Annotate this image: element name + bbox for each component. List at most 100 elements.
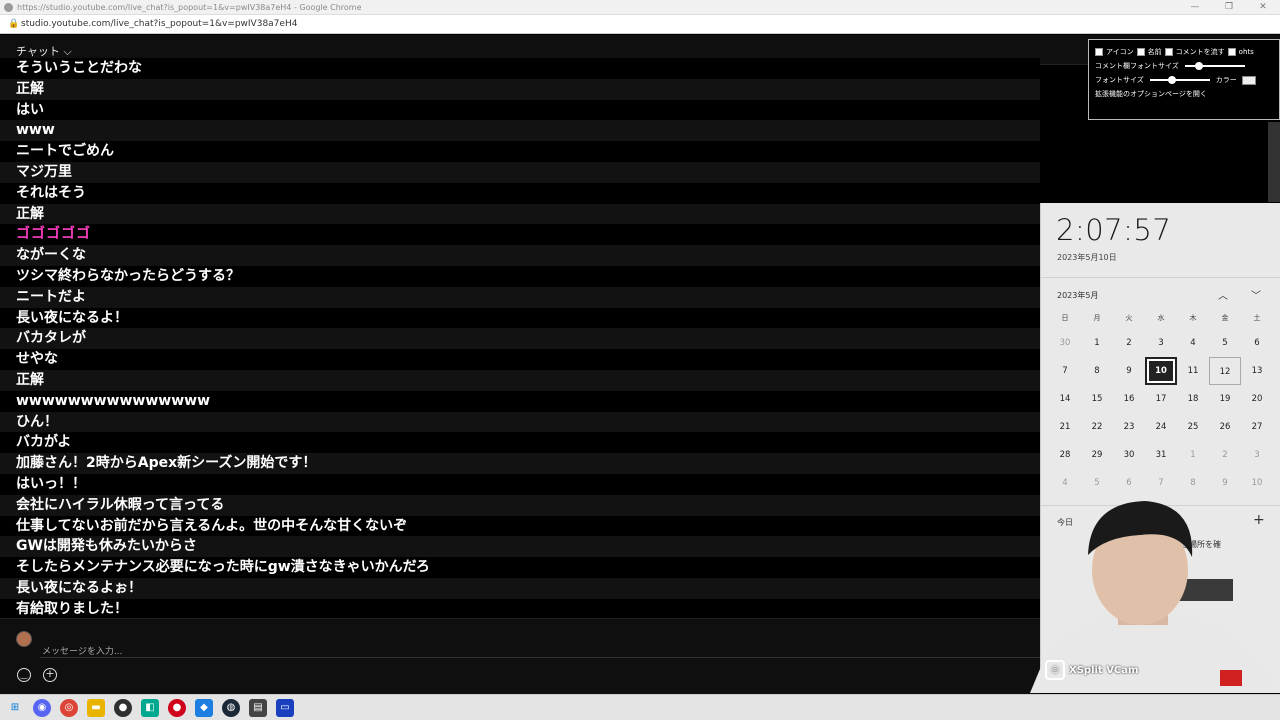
monitor-icon[interactable]: ▭ [276, 698, 294, 717]
steam-icon[interactable]: ◍ [222, 698, 240, 717]
chevron-down-icon[interactable]: ﹀ [1251, 287, 1261, 302]
chrome-icon [4, 3, 13, 12]
name-checkbox[interactable] [1136, 48, 1145, 56]
calendar-day[interactable]: 18 [1177, 385, 1209, 413]
chat-message: 正解 [0, 203, 1040, 225]
add-button[interactable]: + [43, 668, 57, 682]
calendar-day[interactable]: 2 [1113, 329, 1145, 357]
calendar-day[interactable]: 8 [1081, 357, 1113, 385]
calendar-day[interactable]: 20 [1241, 385, 1273, 413]
calendar-day[interactable]: 13 [1241, 357, 1273, 385]
calendar-day[interactable]: 5 [1209, 329, 1241, 357]
message-input[interactable]: メッセージを入力... [42, 644, 122, 657]
slider-knob[interactable] [1167, 76, 1176, 84]
calendar-day[interactable]: 16 [1113, 385, 1145, 413]
calendar-day[interactable]: 1 [1177, 441, 1209, 469]
calendar-days: 30 1 2 3 4 5 6 7 8 9 10 11 12 13 14 15 16 17 18 19 20 21 22 23 2… [1049, 329, 1273, 497]
shirt-logo [1220, 670, 1242, 686]
calendar-day[interactable]: 25 [1177, 413, 1209, 441]
calendar-week-row: 30 1 2 3 4 5 6 [1049, 329, 1273, 357]
calendar-day[interactable]: 19 [1209, 385, 1241, 413]
calendar-month-label[interactable]: 2023年5月 [1057, 290, 1098, 301]
chat-mode-dropdown[interactable]: チャット ⌵ [16, 43, 72, 59]
calendar-day[interactable]: 26 [1209, 413, 1241, 441]
calendar-day[interactable]: 23 [1113, 413, 1145, 441]
url-text[interactable]: studio.youtube.com/live_chat?is_popout=1… [21, 15, 297, 33]
calendar-day[interactable]: 9 [1113, 357, 1145, 385]
calendar-day[interactable]: 24 [1145, 413, 1177, 441]
calendar-day[interactable]: 6 [1113, 469, 1145, 497]
calendar-day[interactable]: 3 [1241, 441, 1273, 469]
app-blue-icon[interactable]: ◆ [195, 698, 213, 717]
windows-start-icon[interactable]: ⊞ [6, 699, 24, 717]
calendar-week-row: 21 22 23 24 25 26 27 [1049, 413, 1273, 441]
calendar-day[interactable]: 28 [1049, 441, 1081, 469]
calendar-day[interactable]: 17 [1145, 385, 1177, 413]
calendar-day[interactable]: 31 [1145, 441, 1177, 469]
calendar-day[interactable]: 15 [1081, 385, 1113, 413]
calendar-week-row: 28 29 30 31 1 2 3 [1049, 441, 1273, 469]
chat-message: 会社にハイラル休暇って言ってる [0, 494, 1040, 516]
font-size-row: フォントサイズ カラー [1095, 73, 1279, 87]
app-cyan-icon[interactable]: ◧ [141, 698, 159, 717]
close-button[interactable]: ✕ [1246, 0, 1280, 15]
ncv-icon[interactable]: ▤ [249, 698, 267, 717]
ohts-checkbox[interactable] [1227, 48, 1236, 56]
calendar-day[interactable]: 4 [1049, 469, 1081, 497]
chat-message: 長い夜になるよぉ！ [0, 577, 1040, 599]
chat-message: ニートでごめん [0, 141, 1040, 162]
options-page-link[interactable]: 拡張機能のオプションページを開く [1095, 89, 1207, 99]
calendar-day[interactable]: 7 [1145, 469, 1177, 497]
calendar-day[interactable]: 30 [1049, 329, 1081, 357]
calendar-day[interactable]: 10 [1145, 357, 1177, 385]
chat-message: はい [0, 99, 1040, 121]
calendar-day[interactable]: 7 [1049, 357, 1081, 385]
calendar-day[interactable]: 14 [1049, 385, 1081, 413]
calendar-day[interactable]: 22 [1081, 413, 1113, 441]
calendar-day[interactable]: 30 [1113, 441, 1145, 469]
chat-message-list[interactable]: そういうことだわな 正解 はい www ニートでごめん マジ万里 それはそう 正解 ゴゴゴゴゴな… [0, 58, 1040, 616]
calendar-day[interactable]: 6 [1241, 329, 1273, 357]
minimize-button[interactable]: — [1178, 0, 1212, 15]
flow-comments-checkbox-label: コメントを流す [1175, 48, 1225, 56]
chat-input-area: メッセージを入力... ‿ + [0, 618, 1040, 694]
calendar-day[interactable]: 29 [1081, 441, 1113, 469]
address-bar[interactable]: 🔒 studio.youtube.com/live_chat?is_popout… [0, 15, 1280, 34]
discord-icon[interactable]: ◉ [33, 698, 51, 717]
calendar-day[interactable]: 10 [1241, 469, 1273, 497]
app-red-icon[interactable]: ● [168, 698, 186, 717]
clock-date[interactable]: 2023年5月10日 [1057, 252, 1117, 263]
calendar-day[interactable]: 5 [1081, 469, 1113, 497]
calendar-day[interactable]: 1 [1081, 329, 1113, 357]
comment-font-size-slider[interactable] [1184, 62, 1245, 70]
weekday-label: 土 [1253, 314, 1261, 322]
weekday-label: 水 [1157, 314, 1165, 322]
chat-message: それはそう [0, 182, 1040, 204]
calendar-day[interactable]: 27 [1241, 413, 1273, 441]
file-explorer-icon[interactable]: ▬ [87, 698, 105, 717]
calendar-day[interactable]: 4 [1177, 329, 1209, 357]
icon-checkbox[interactable] [1095, 48, 1103, 56]
calendar-day[interactable]: 11 [1177, 357, 1209, 385]
color-picker[interactable] [1241, 75, 1256, 85]
chevron-up-icon[interactable]: ︿ [1218, 287, 1228, 302]
font-size-slider[interactable] [1149, 76, 1210, 84]
camera-icon: ◎ [1045, 660, 1065, 680]
calendar-day[interactable]: 9 [1209, 469, 1241, 497]
maximize-button[interactable]: ❐ [1212, 0, 1246, 15]
calendar-day[interactable]: 3 [1145, 329, 1177, 357]
calendar-day[interactable]: 12 [1209, 357, 1241, 385]
flow-comments-checkbox[interactable] [1164, 48, 1173, 56]
obs-icon[interactable]: ● [114, 698, 132, 717]
chrome-icon[interactable]: ◎ [60, 698, 78, 717]
chat-message: GWは開発も休みたいからさ [0, 536, 1040, 558]
divider [1041, 277, 1280, 278]
slider-knob[interactable] [1195, 62, 1204, 70]
chat-message: ひん！ [0, 411, 1040, 433]
calendar-day[interactable]: 8 [1177, 469, 1209, 497]
scrollbar[interactable] [1268, 122, 1280, 202]
calendar-day[interactable]: 21 [1049, 413, 1081, 441]
calendar-day[interactable]: 2 [1209, 441, 1241, 469]
emoji-button[interactable]: ‿ [17, 668, 31, 682]
chat-message: 加藤さん！2時からApex新シーズン開始です！ [0, 453, 1040, 474]
